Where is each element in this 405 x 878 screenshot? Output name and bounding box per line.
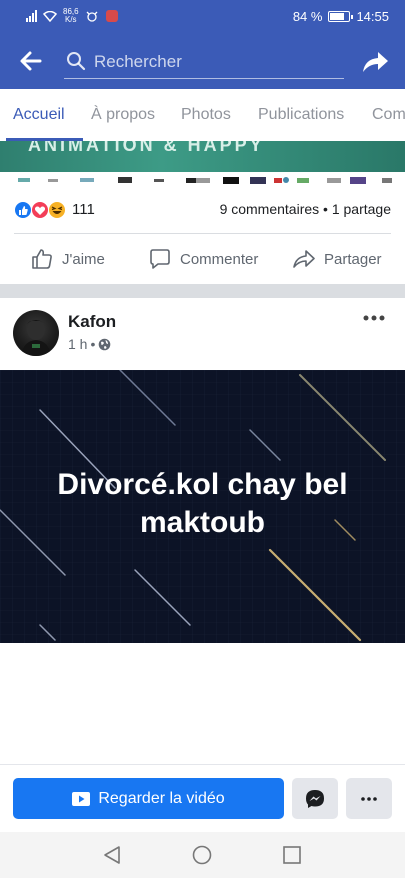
reactions-row: 111 9 commentaires • 1 partage <box>0 188 405 233</box>
feed-separator <box>0 284 405 298</box>
clock: 14:55 <box>356 9 389 24</box>
recents-square-icon[interactable] <box>281 844 303 866</box>
battery-percent: 84 % <box>292 9 323 24</box>
messenger-button[interactable] <box>292 778 338 819</box>
post-more-icon[interactable] <box>363 314 385 322</box>
sponsor-logos <box>18 177 392 184</box>
search-input[interactable] <box>94 49 334 75</box>
watch-video-button[interactable]: Regarder la vidéo <box>13 778 284 819</box>
post-author[interactable]: Kafon <box>68 312 116 332</box>
alarm-icon <box>86 11 98 22</box>
comment-bubble-icon <box>150 249 170 269</box>
haha-icon <box>48 201 66 219</box>
page-tabs: Accueil À propos Photos Publications Com <box>0 89 405 141</box>
post-meta: 1 h • <box>68 336 111 352</box>
tab-publications[interactable]: Publications <box>258 106 344 124</box>
messenger-icon <box>306 789 324 808</box>
search-header <box>0 34 405 89</box>
network-speed-unit: K/s <box>65 15 77 24</box>
back-arrow-icon[interactable] <box>18 48 44 74</box>
status-left: 86,6 K/s <box>26 8 119 24</box>
share-button[interactable]: Partager <box>292 247 382 271</box>
back-triangle-icon[interactable] <box>101 844 123 866</box>
avatar-image <box>21 320 51 356</box>
video-player[interactable]: Divorcé.kol chay bel maktoub <box>0 370 405 643</box>
video-title: Divorcé.kol chay bel maktoub <box>57 468 348 539</box>
wifi-icon <box>43 10 57 22</box>
status-right: 84 % 14:55 <box>293 9 389 24</box>
like-button[interactable]: J'aime <box>30 247 105 271</box>
watch-video-label: Regarder la vidéo <box>98 789 225 807</box>
share-arrow-icon[interactable] <box>360 48 390 76</box>
system-navbar <box>0 832 405 878</box>
post-actions: J'aime Commenter Partager <box>0 234 405 284</box>
like-label: J'aime <box>62 250 105 268</box>
more-horizontal-icon <box>361 796 377 801</box>
cover-banner[interactable]: ANIMATION & HAPPY <box>0 141 405 188</box>
banner-text: ANIMATION & HAPPY <box>28 141 265 155</box>
battery-fill <box>330 13 345 20</box>
search-bar[interactable] <box>64 47 344 79</box>
signal-icon <box>26 10 37 22</box>
avatar[interactable] <box>13 310 59 356</box>
post-time[interactable]: 1 h <box>68 336 87 352</box>
tab-a-propos[interactable]: À propos <box>91 106 155 124</box>
battery-icon <box>328 11 354 22</box>
network-speed: 86,6 K/s <box>63 8 79 24</box>
comment-label: Commenter <box>180 250 259 268</box>
comments-shares-count[interactable]: 9 commentaires • 1 partage <box>220 201 391 217</box>
post-header: Kafon 1 h • <box>0 298 405 370</box>
reaction-icons[interactable] <box>14 201 70 219</box>
like-icon <box>14 201 32 219</box>
share-label: Partager <box>324 250 382 268</box>
home-circle-icon[interactable] <box>191 844 213 866</box>
reaction-count[interactable]: 111 <box>72 201 95 218</box>
banner-background: ANIMATION & HAPPY <box>0 141 405 172</box>
tab-communaute[interactable]: Com <box>372 106 405 124</box>
bottom-action-bar: Regarder la vidéo <box>0 764 405 832</box>
meta-separator: • <box>90 336 96 352</box>
search-icon <box>67 52 86 71</box>
app-notification-icon <box>105 10 118 22</box>
thumbs-up-icon <box>32 249 52 269</box>
more-options-button[interactable] <box>346 778 392 819</box>
tab-accueil[interactable]: Accueil <box>13 106 65 124</box>
play-icon <box>72 791 91 806</box>
comment-button[interactable]: Commenter <box>148 247 258 271</box>
share-icon <box>293 250 315 268</box>
love-icon <box>31 201 49 219</box>
tab-photos[interactable]: Photos <box>181 106 231 124</box>
globe-icon <box>99 338 111 350</box>
status-bar: 86,6 K/s 84 % 14:55 <box>0 0 405 34</box>
